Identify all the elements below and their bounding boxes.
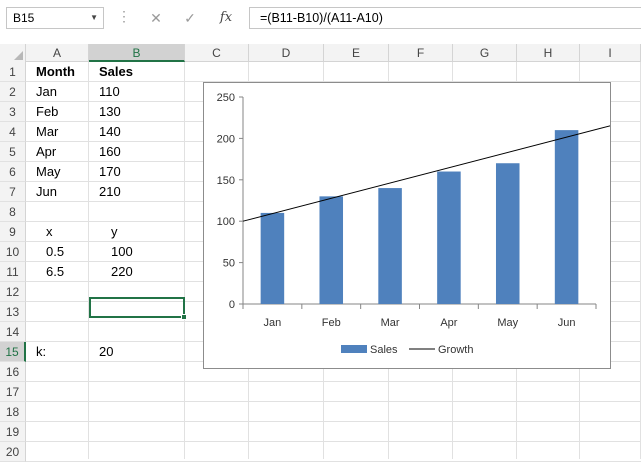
cell-b4[interactable]: 140 xyxy=(99,122,121,142)
cell-a6[interactable]: May xyxy=(36,162,61,182)
y-tick-label: 100 xyxy=(217,216,235,228)
row-header-4[interactable]: 4 xyxy=(0,122,26,142)
row-header-20[interactable]: 20 xyxy=(0,442,26,462)
bar-apr xyxy=(437,171,461,304)
x-tick-label: Feb xyxy=(322,317,341,329)
x-tick-label: Jun xyxy=(558,317,576,329)
cell-b10[interactable]: 100 xyxy=(111,242,133,262)
x-tick-label: Apr xyxy=(440,317,457,329)
formula-actions: ✕ ✓ fx xyxy=(138,7,246,29)
bar-jan xyxy=(260,212,285,304)
chart[interactable]: 0 50 100 150 200 250 Jan Feb Mar Apr May Jun Sales Gr… xyxy=(203,82,611,369)
column-header-b[interactable]: B xyxy=(89,44,185,62)
cell-a5[interactable]: Apr xyxy=(36,142,56,162)
cell-b7[interactable]: 210 xyxy=(99,182,121,202)
y-tick-label: 50 xyxy=(223,258,235,270)
row-header-11[interactable]: 11 xyxy=(0,262,26,282)
column-header-e[interactable]: E xyxy=(324,44,389,62)
cell-b5[interactable]: 160 xyxy=(99,142,121,162)
gridline xyxy=(26,421,641,422)
gridline xyxy=(26,441,641,442)
enter-icon[interactable]: ✓ xyxy=(178,7,202,29)
cell-b3[interactable]: 130 xyxy=(99,102,121,122)
fill-handle[interactable] xyxy=(181,314,187,320)
column-header-f[interactable]: F xyxy=(389,44,453,62)
row-header-6[interactable]: 6 xyxy=(0,162,26,182)
cancel-icon[interactable]: ✕ xyxy=(144,7,168,29)
cell-a4[interactable]: Mar xyxy=(36,122,58,142)
cell-a2[interactable]: Jan xyxy=(36,82,57,102)
column-header-d[interactable]: D xyxy=(249,44,324,62)
cell-a3[interactable]: Feb xyxy=(36,102,58,122)
y-tick-label: 200 xyxy=(217,133,235,145)
row-header-12[interactable]: 12 xyxy=(0,282,26,302)
bar-mar xyxy=(378,188,402,304)
cell-b1[interactable]: Sales xyxy=(99,62,133,82)
select-all-icon xyxy=(14,51,23,60)
bar-jun xyxy=(554,130,579,304)
cell-b2[interactable]: 110 xyxy=(99,82,120,102)
row-header-17[interactable]: 17 xyxy=(0,382,26,402)
column-header-c[interactable]: C xyxy=(185,44,249,62)
column-header-i[interactable]: I xyxy=(580,44,641,62)
name-box[interactable]: B15 ▼ xyxy=(6,7,104,29)
cell-a1[interactable]: Month xyxy=(36,62,75,82)
row-header-13[interactable]: 13 xyxy=(0,302,26,322)
cell-b15[interactable]: 20 xyxy=(99,342,113,362)
gridline xyxy=(26,381,641,382)
insert-function-icon[interactable]: fx xyxy=(214,7,238,29)
chevron-down-icon[interactable]: ▼ xyxy=(90,8,98,28)
row-header-16[interactable]: 16 xyxy=(0,362,26,382)
y-tick-label: 250 xyxy=(217,92,235,104)
active-cell-border xyxy=(89,297,185,318)
column-header-a[interactable]: A xyxy=(26,44,89,62)
cell-a15[interactable]: k: xyxy=(36,342,46,362)
row-header-2[interactable]: 2 xyxy=(0,82,26,102)
y-tick-label: 150 xyxy=(217,175,235,187)
row-header-14[interactable]: 14 xyxy=(0,322,26,342)
drag-handle-icon[interactable]: ⋮ xyxy=(117,8,131,25)
cell-a10[interactable]: 0.5 xyxy=(46,242,64,262)
legend-label-growth: Growth xyxy=(438,344,473,356)
select-all-button[interactable] xyxy=(0,44,26,62)
cell-a9[interactable]: x xyxy=(46,222,53,242)
cell-b9[interactable]: y xyxy=(111,222,118,242)
legend-label-sales: Sales xyxy=(370,344,398,356)
row-header-1[interactable]: 1 xyxy=(0,62,26,82)
bar-feb xyxy=(319,196,344,304)
formula-input[interactable]: =(B11-B10)/(A11-A10) xyxy=(249,7,641,29)
cell-b6[interactable]: 170 xyxy=(99,162,121,182)
x-tick-label: Mar xyxy=(381,317,400,329)
row-header-15[interactable]: 15 xyxy=(0,342,26,362)
cell-a7[interactable]: Jun xyxy=(36,182,57,202)
formula-bar: B15 ▼ ⋮ ✕ ✓ fx =(B11-B10)/(A11-A10) xyxy=(0,0,641,38)
row-header-5[interactable]: 5 xyxy=(0,142,26,162)
bar-may xyxy=(495,163,520,304)
x-tick-label: May xyxy=(497,317,518,329)
row-header-19[interactable]: 19 xyxy=(0,422,26,442)
y-tick-label: 0 xyxy=(229,299,235,311)
cell-a11[interactable]: 6.5 xyxy=(46,262,64,282)
name-box-value: B15 xyxy=(13,11,35,25)
row-header-8[interactable]: 8 xyxy=(0,202,26,222)
row-header-10[interactable]: 10 xyxy=(0,242,26,262)
legend-swatch-sales xyxy=(341,345,367,353)
column-header-g[interactable]: G xyxy=(453,44,517,62)
x-tick-label: Jan xyxy=(264,317,282,329)
column-header-h[interactable]: H xyxy=(517,44,580,62)
cell-b11[interactable]: 220 xyxy=(111,262,133,282)
row-header-7[interactable]: 7 xyxy=(0,182,26,202)
gridline xyxy=(26,401,641,402)
row-header-9[interactable]: 9 xyxy=(0,222,26,242)
row-header-18[interactable]: 18 xyxy=(0,402,26,422)
row-header-3[interactable]: 3 xyxy=(0,102,26,122)
